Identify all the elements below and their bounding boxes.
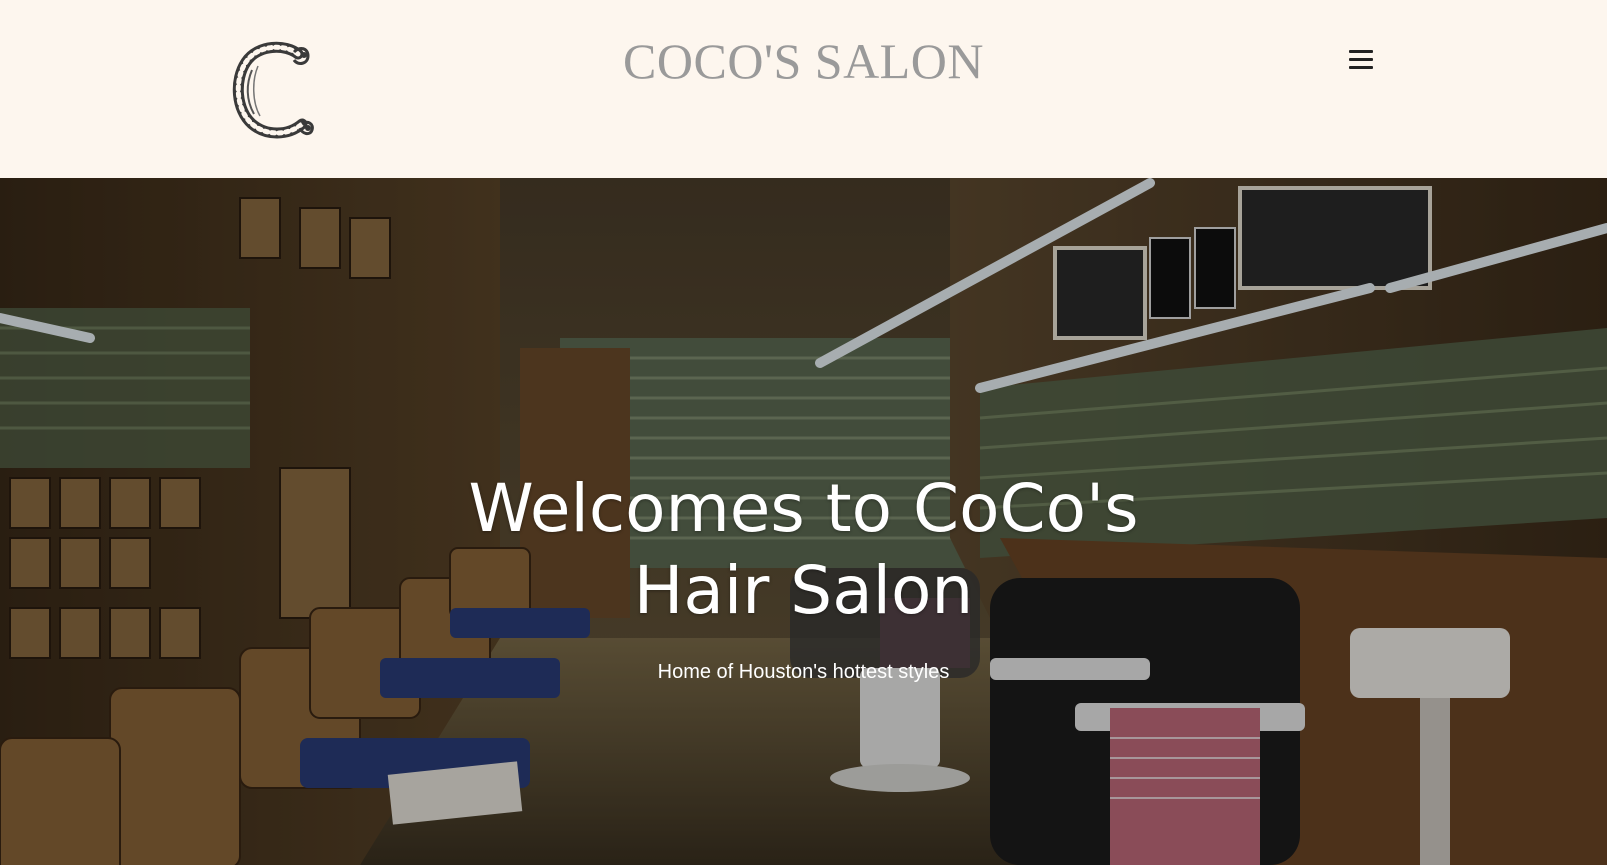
hero-heading-line-1: Welcomes to CoCo's [468, 470, 1139, 547]
hero-heading: Welcomes to CoCo's Hair Salon [0, 468, 1607, 632]
hero-subtitle: Home of Houston's hottest styles [657, 661, 950, 683]
hero-heading-line-2: Hair Salon [633, 552, 974, 629]
hamburger-menu-icon[interactable] [1347, 47, 1375, 73]
hero-section: Welcomes to CoCo's Hair Salon Home of Ho… [0, 178, 1607, 865]
site-header: COCO'S SALON [0, 0, 1607, 178]
